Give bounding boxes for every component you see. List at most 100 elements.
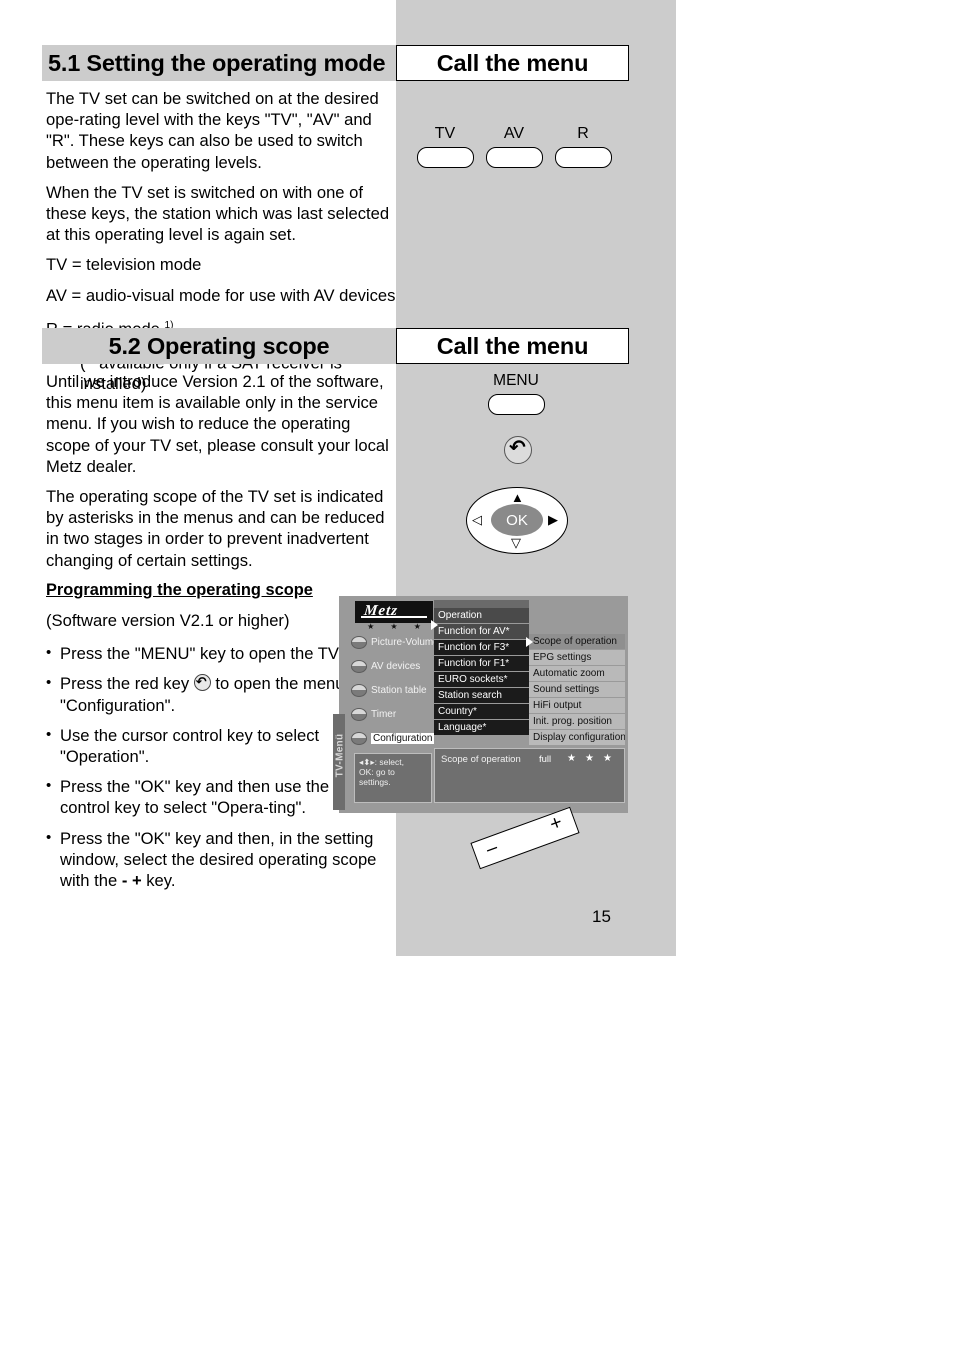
sidebar-item-label: Picture-Volume: [371, 636, 439, 648]
back-arrow-key[interactable]: ↶: [504, 436, 532, 464]
status-value: full: [539, 754, 552, 765]
menu-item-euro-sockets[interactable]: EURO sockets*: [434, 672, 529, 688]
page-number: 15: [592, 907, 611, 926]
step-text-cont: key.: [141, 871, 176, 891]
menu-item-language[interactable]: Language*: [434, 720, 529, 736]
menu-item-init-prog-position[interactable]: Init. prog. position: [529, 714, 625, 730]
menu-item-function-for-av[interactable]: Function for AV*: [434, 624, 529, 640]
sidebar-item-station-table[interactable]: Station table: [351, 682, 437, 698]
menu-item-label: Language*: [438, 722, 487, 733]
osd-middle-menu: Operation Function for AV* Function for …: [434, 600, 529, 736]
menu-item-label: Display configuration: [533, 732, 625, 743]
sidebar-item-label: Station table: [371, 684, 427, 696]
knob-icon: [351, 683, 367, 697]
paragraph: The TV set can be switched on at the des…: [46, 89, 379, 172]
menu-item-label: Operation: [438, 610, 482, 621]
av-key[interactable]: AV: [481, 125, 547, 168]
tv-menu-vertical-tab-label: TV-Menü: [334, 733, 346, 778]
menu-item-label: Sound settings: [533, 684, 600, 695]
arrow-up-icon[interactable]: ▲: [511, 491, 524, 504]
arrow-down-icon[interactable]: ▽: [511, 536, 521, 549]
ok-button[interactable]: OK: [491, 504, 543, 536]
menu-key-label: MENU: [493, 372, 539, 389]
section-heading-5-1-text: 5.1 Setting the operating mode: [48, 49, 386, 76]
menu-item-label: Country*: [438, 706, 477, 717]
av-key-label: AV: [503, 125, 525, 142]
menu-key[interactable]: MENU: [471, 372, 561, 415]
menu-item-label: HiFi output: [533, 700, 582, 711]
menu-item-scope-of-operation[interactable]: Scope of operation: [529, 634, 625, 650]
menu-item-country[interactable]: Country*: [434, 704, 529, 720]
osd-sidebar: Metz ★ ★ ★ Picture-Volume AV devices Sta…: [345, 599, 439, 810]
sidebar-item-label: AV devices: [371, 660, 421, 672]
r-key-label: R: [577, 125, 589, 142]
step-text: Use the cursor control key to select "Op…: [60, 725, 320, 767]
menu-item-label: Function for F3*: [438, 642, 510, 653]
minus-icon[interactable]: –: [483, 837, 500, 861]
menu-item-operation[interactable]: Operation: [434, 608, 529, 624]
menu-item-epg-settings[interactable]: EPG settings: [529, 650, 625, 666]
knob-icon: [351, 707, 367, 721]
sidebar-item-label: Configuration: [371, 732, 435, 744]
star-icon: ★: [367, 622, 375, 631]
call-the-menu-heading-2: Call the menu: [396, 328, 629, 364]
sidebar-item-timer[interactable]: Timer: [351, 706, 437, 722]
sidebar-item-picture-volume[interactable]: Picture-Volume: [351, 634, 439, 650]
menu-key-cap[interactable]: [487, 394, 545, 415]
back-arrow-icon: ↶: [509, 437, 526, 459]
metz-logo: Metz: [355, 601, 433, 623]
osd-status-bar: Scope of operation full ★ ★ ★: [434, 748, 625, 803]
plus-icon[interactable]: +: [547, 811, 566, 837]
star-icon: ★: [390, 622, 398, 631]
knob-icon: [351, 731, 367, 745]
menu-item-label: Automatic zoom: [533, 668, 605, 679]
menu-item-label: EPG settings: [533, 652, 592, 663]
av-key-cap[interactable]: [485, 147, 543, 168]
section-heading-5-1: 5.1 Setting the operating mode: [42, 45, 396, 81]
knob-icon: [351, 635, 367, 649]
status-label: Scope of operation: [441, 754, 521, 765]
section-heading-5-2: 5.2 Operating scope: [42, 328, 396, 364]
menu-item-function-for-f1[interactable]: Function for F1*: [434, 656, 529, 672]
cursor-control-pad[interactable]: ▲ ▽ ◁ ▶ OK: [466, 487, 568, 554]
tv-key-cap[interactable]: [416, 147, 474, 168]
arrow-left-icon[interactable]: ◁: [472, 513, 482, 526]
r-key-cap[interactable]: [554, 147, 612, 168]
menu-item-sound-settings[interactable]: Sound settings: [529, 682, 625, 698]
menu-item-label: Init. prog. position: [533, 716, 612, 727]
mode-keys-illustration: TV AV R: [412, 125, 662, 185]
back-arrow-icon: [193, 671, 211, 693]
arrow-right-icon[interactable]: ▶: [548, 513, 558, 526]
menu-item-automatic-zoom[interactable]: Automatic zoom: [529, 666, 625, 682]
osd-hint-box: ◂⬍▸: select, OK: go to settings.: [354, 753, 432, 803]
list-item: Press the "OK" key and then, in the sett…: [46, 827, 398, 892]
hint-line: settings.: [359, 777, 391, 787]
menu-item-label: Function for F1*: [438, 658, 510, 669]
step-text: Press the "OK" key and then use the curs…: [60, 777, 380, 818]
sidebar-item-configuration[interactable]: Configuration: [351, 730, 437, 746]
star-icon: ★: [413, 622, 421, 631]
paragraph: When the TV set is switched on with one …: [46, 182, 390, 245]
star-icon: ★: [585, 753, 594, 764]
star-icon: ★: [603, 753, 612, 764]
star-icon: ★: [567, 753, 576, 764]
selection-pointer-icon: [431, 620, 438, 630]
menu-item-function-for-f3[interactable]: Function for F3*: [434, 640, 529, 656]
metz-logo-underline: [361, 616, 427, 618]
menu-item-display-configuration[interactable]: Display configuration: [529, 730, 625, 746]
call-the-menu-heading-2-text: Call the menu: [436, 332, 589, 359]
menu-item-station-search[interactable]: Station search: [434, 688, 529, 704]
knob-icon: [351, 659, 367, 673]
metz-logo-stars: ★ ★ ★: [359, 623, 429, 631]
menu-item-hifi-output[interactable]: HiFi output: [529, 698, 625, 714]
menu-item-label: EURO sockets*: [438, 674, 508, 685]
sidebar-item-label: Timer: [371, 708, 397, 720]
tv-key-label: TV: [434, 125, 456, 142]
menu-item-label: Function for AV*: [438, 626, 510, 637]
sidebar-item-av-devices[interactable]: AV devices: [351, 658, 437, 674]
hint-line: ◂⬍▸: select,: [359, 757, 404, 767]
r-key[interactable]: R: [550, 125, 616, 168]
menu-item-label: Scope of operation: [533, 636, 617, 647]
paragraph: Until we introduce Version 2.1 of the so…: [46, 372, 389, 476]
tv-key[interactable]: TV: [412, 125, 478, 168]
